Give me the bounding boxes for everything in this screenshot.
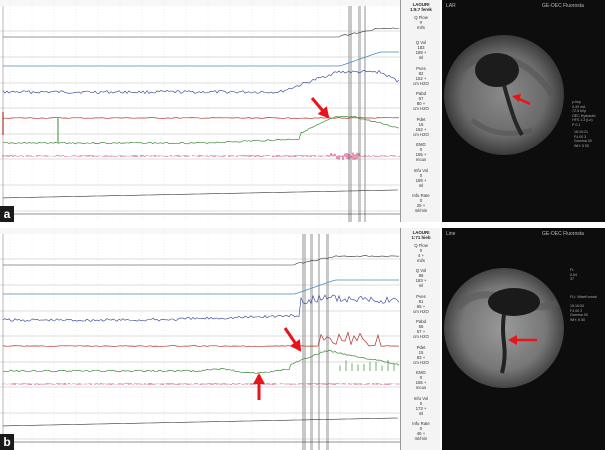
fluoroscopy-image-b: Line GE-OEC Fluorosta FL 0.64 37 FLI: Wi… (442, 228, 605, 450)
qflow-trace (3, 255, 400, 266)
channel-label-column-b: LAOURI 1:71 hieb Q Flow 0 4 + ml/s Q Vol… (400, 228, 440, 450)
contrast-urethra-b (500, 313, 507, 374)
channel-label-infurate-a: Infu Rate 0 25 + ml/min (412, 193, 430, 213)
infuvol-trace (2, 189, 399, 199)
fluoro-side-info-b: FL 0.64 37 FLI: WiseKonrad 15:16:53 F4.0… (570, 268, 597, 322)
contrast-bladder-b (488, 288, 540, 316)
tracing-chart-b (0, 228, 400, 450)
event-marker-bar (364, 6, 366, 222)
study-header-a: LAOURI 1:9.7 ferek (410, 2, 432, 12)
event-marker-bar (302, 234, 306, 450)
channel-label-infurate-b: Infu Rate 0 46 + ml/min (412, 421, 430, 441)
qvol-trace (3, 51, 399, 67)
channel-label-pves-a: Pves 82 152 + cm H2O (413, 66, 429, 86)
fluoro-field-a (444, 35, 564, 155)
fluoro-drawing-b (442, 228, 605, 450)
channel-label-pdet-b: Pdet 15 83 + cm H2O (413, 345, 429, 365)
channel-label-pdet-a: Pdet 15 152 + cm H2O (413, 117, 429, 137)
panel-letter-a: a (0, 206, 14, 222)
tracing-chart-a (0, 0, 400, 222)
fluoro-label-topright-b: GE-OEC Fluorosta (542, 231, 584, 237)
pves-trace (2, 294, 400, 322)
fluoro-label-topleft-b: Line (446, 231, 456, 237)
event-marker-bar (326, 234, 329, 450)
contrast-bladder-a (475, 53, 519, 87)
urodynamic-panel-a: LAOURI 1:9.7 ferek Q Flow # ml/s Q Vol 1… (0, 0, 605, 222)
channel-label-pabd-b: Pabd 65 67 + cm H2O (413, 319, 429, 339)
channel-label-qvol-b: Q Vol 86 183 + ml (415, 268, 427, 288)
trace-area-a (0, 0, 440, 222)
panel-letter-b: b (0, 434, 14, 450)
channel-label-qvol-a: Q Vol 183 189 + ml (415, 40, 427, 60)
channel-label-pabd-a: Pabd 67 80 + cm H2O (413, 91, 429, 111)
channel-label-emg-b: EMG 0 165 + mcus (415, 370, 427, 390)
infuvol-trace (2, 417, 399, 427)
urodynamic-panel-b: LAOURI 1:71 hieb Q Flow 0 4 + ml/s Q Vol… (0, 228, 605, 450)
fluoro-bottom-info-a: 16:19:21 F4.00 3 Gamma 00 WH: 6 50 (574, 130, 592, 148)
pves-trace (2, 69, 400, 95)
channel-label-infuvol-b: Infu Vol 0 173 + ml (413, 396, 429, 416)
channel-label-infuvol-a: Infu Vol 0 189 + ml (413, 168, 429, 188)
channel-label-pves-b: Pves 81 65 + cm H2O (413, 294, 429, 314)
event-marker-bar (358, 6, 361, 222)
fluoro-label-topright-a: GE-OEC Fluorosta (542, 3, 584, 9)
qflow-trace (3, 27, 399, 38)
fluoroscopy-image-a: LAR GE-OEC Fluorosta p.hsp 0.49 mA 72.5 … (442, 0, 605, 222)
study-header-b: LAOURI 1:71 hieb (411, 230, 431, 240)
fluoro-side-info-a: p.hsp 0.49 mA 72.5 kVp OEC Hydraulic HFS… (572, 100, 596, 127)
event-marker-bar (310, 234, 313, 450)
pabd-trace (2, 331, 400, 347)
pabd-trace (2, 117, 400, 119)
qvol-trace (3, 279, 399, 295)
pdet-trace (2, 115, 400, 145)
channel-label-column-a: LAOURI 1:9.7 ferek Q Flow # ml/s Q Vol 1… (400, 0, 440, 222)
trace-area-b (0, 228, 440, 450)
channel-label-qflow-b: Q Flow 0 4 + ml/s (414, 243, 428, 263)
fluoro-label-topleft-a: LAR (446, 3, 456, 9)
red-arrow-up-b-head (253, 373, 265, 384)
channel-label-emg-a: EMG 0 165 + mcus (415, 142, 427, 162)
event-marker-bar (348, 6, 352, 222)
channel-label-qflow-a: Q Flow # ml/s (414, 15, 428, 30)
